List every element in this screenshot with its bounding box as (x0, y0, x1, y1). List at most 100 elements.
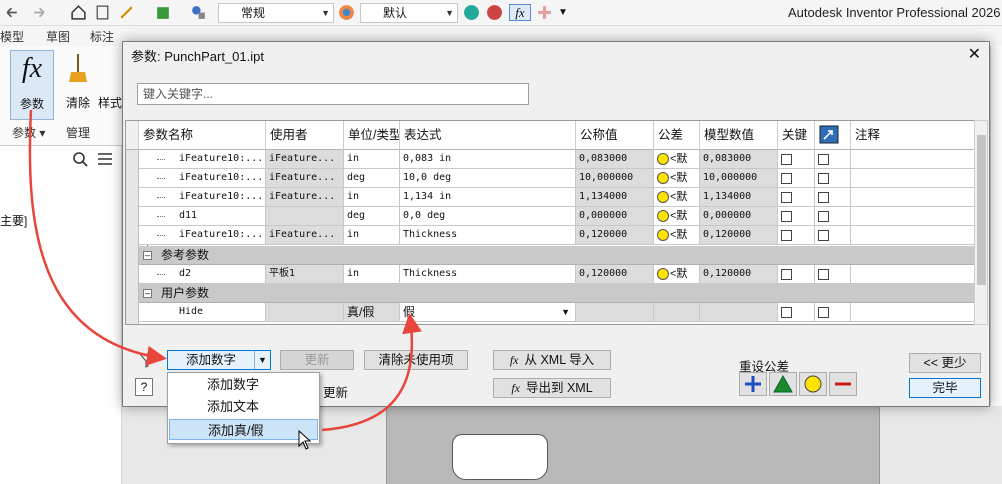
col-header-key[interactable]: 关键 (778, 121, 815, 150)
model-unit-cell[interactable]: deg (344, 207, 400, 226)
qat-more-icon[interactable]: ▼ (558, 4, 575, 21)
model-tol-cell[interactable]: <默 (654, 169, 700, 188)
purge-unused-button[interactable]: 清除未使用项 (364, 350, 468, 370)
col-header-unit[interactable]: 单位/类型 (344, 121, 400, 150)
upper-tolerance-button[interactable] (739, 372, 767, 396)
user-param-comment[interactable] (851, 303, 975, 322)
export-checkbox[interactable] (818, 192, 829, 203)
group-reference-params[interactable]: – 参考参数 (139, 246, 975, 265)
export-checkbox[interactable] (818, 154, 829, 165)
key-checkbox[interactable] (781, 154, 792, 165)
tab-annotate[interactable]: 标注 (90, 28, 114, 45)
ref-expr-cell[interactable]: Thickness (400, 265, 576, 284)
browser-node-label[interactable]: 主要] (0, 212, 27, 229)
key-checkbox[interactable] (781, 269, 792, 280)
lower-tolerance-button[interactable] (829, 372, 857, 396)
plus-icon[interactable] (536, 4, 553, 21)
less-button[interactable]: << 更少 (909, 353, 981, 373)
col-header-used-by[interactable]: 使用者 (266, 121, 344, 150)
col-header-name[interactable]: 参数名称 (139, 121, 266, 150)
group-user-params[interactable]: – 用户参数 (139, 284, 975, 303)
export-checkbox[interactable] (818, 173, 829, 184)
key-checkbox[interactable] (781, 173, 792, 184)
model-comment-cell[interactable] (851, 169, 975, 188)
model-expr-cell[interactable]: 0,083 in (400, 150, 576, 169)
ref-tol-cell[interactable]: <默 (654, 265, 700, 284)
user-param-unit[interactable]: 真/假 (344, 303, 400, 322)
styles-button[interactable]: 样式 (98, 50, 122, 120)
add-number-button[interactable]: 添加数字 ▼ (167, 350, 271, 370)
fx-parameters-icon[interactable]: fx (509, 4, 531, 21)
box-icon[interactable] (155, 4, 172, 21)
color-wheel-icon[interactable] (338, 4, 355, 21)
collapse-icon[interactable]: – (143, 251, 152, 260)
model-tol-cell[interactable]: <默 (654, 150, 700, 169)
model-expr-cell[interactable]: 0,0 deg (400, 207, 576, 226)
col-header-tolerance[interactable]: 公差 (654, 121, 700, 150)
key-checkbox[interactable] (781, 192, 792, 203)
menu-item-add-text[interactable]: 添加文本 (169, 396, 318, 417)
col-header-export[interactable] (815, 121, 851, 150)
export-checkbox[interactable] (818, 307, 829, 318)
user-param-expression-select[interactable]: 假 ▼ (400, 303, 576, 322)
ref-unit-cell[interactable]: in (344, 265, 400, 284)
grid-horizontal-scrollbar[interactable] (125, 325, 976, 332)
sketch-icon[interactable] (118, 4, 135, 21)
undo-icon[interactable] (4, 4, 21, 21)
export-xml-button[interactable]: fx 导出到 XML (493, 378, 611, 398)
model-comment-cell[interactable] (851, 226, 975, 245)
filter-icon[interactable] (139, 352, 155, 368)
median-tolerance-button[interactable] (769, 372, 797, 396)
col-header-comment[interactable]: 注释 (851, 121, 975, 150)
export-checkbox[interactable] (818, 211, 829, 222)
model-tol-cell[interactable]: <默 (654, 207, 700, 226)
ref-comment-cell[interactable] (851, 265, 975, 284)
model-comment-cell[interactable] (851, 188, 975, 207)
model-comment-cell[interactable] (851, 207, 975, 226)
adjust-icon[interactable] (463, 4, 480, 21)
col-header-expression[interactable]: 表达式 (400, 121, 576, 150)
redo-icon[interactable] (30, 4, 47, 21)
clear-appearance-icon[interactable] (486, 4, 503, 21)
appearance-combo[interactable]: 默认 ▼ (360, 3, 458, 23)
grid-vertical-scrollbar[interactable] (974, 120, 988, 325)
collapse-icon[interactable]: – (143, 289, 152, 298)
parameters-button[interactable]: fx 参数 (10, 50, 54, 120)
tab-model[interactable]: 模型 (0, 28, 24, 45)
model-tol-cell[interactable]: <默 (654, 226, 700, 245)
model-expr-cell[interactable]: 1,134 in (400, 188, 576, 207)
col-header-nominal[interactable]: 公称值 (576, 121, 654, 150)
browser-search-menu-icons[interactable] (68, 150, 118, 168)
model-expr-cell[interactable]: 10,0 deg (400, 169, 576, 188)
model-tol-cell[interactable]: <默 (654, 188, 700, 207)
panel-label-parameters[interactable]: 参数 ▾ (12, 124, 45, 141)
close-icon[interactable]: ✕ (968, 44, 981, 64)
key-checkbox[interactable] (781, 230, 792, 241)
key-checkbox[interactable] (781, 211, 792, 222)
export-checkbox[interactable] (818, 230, 829, 241)
done-button[interactable]: 完毕 (909, 378, 981, 398)
col-header-model-value[interactable]: 模型数值 (700, 121, 778, 150)
model-expr-cell[interactable]: Thickness (400, 226, 576, 245)
update-button[interactable]: 更新 (280, 350, 354, 370)
purge-button[interactable]: 清除 (56, 50, 100, 120)
user-param-name[interactable]: Hide (139, 303, 266, 322)
chevron-down-icon[interactable]: ▼ (254, 351, 270, 369)
export-checkbox[interactable] (818, 269, 829, 280)
model-unit-cell[interactable]: deg (344, 169, 400, 188)
model-comment-cell[interactable] (851, 150, 975, 169)
menu-item-add-boolean[interactable]: 添加真/假 (169, 419, 318, 440)
tab-sketch[interactable]: 草图 (46, 28, 70, 45)
help-icon[interactable]: ? (135, 378, 153, 396)
search-input[interactable]: 键入关键字... (137, 83, 529, 105)
model-unit-cell[interactable]: in (344, 150, 400, 169)
nominal-tolerance-button[interactable] (799, 372, 827, 396)
home-icon[interactable] (70, 4, 87, 21)
model-unit-cell[interactable]: in (344, 226, 400, 245)
scrollbar-thumb[interactable] (977, 135, 986, 285)
row-selector-column[interactable] (126, 150, 139, 324)
style-combo[interactable]: 常规 ▼ (218, 3, 334, 23)
model-unit-cell[interactable]: in (344, 188, 400, 207)
selection-icon[interactable] (190, 4, 207, 21)
document-settings-icon[interactable] (94, 4, 111, 21)
